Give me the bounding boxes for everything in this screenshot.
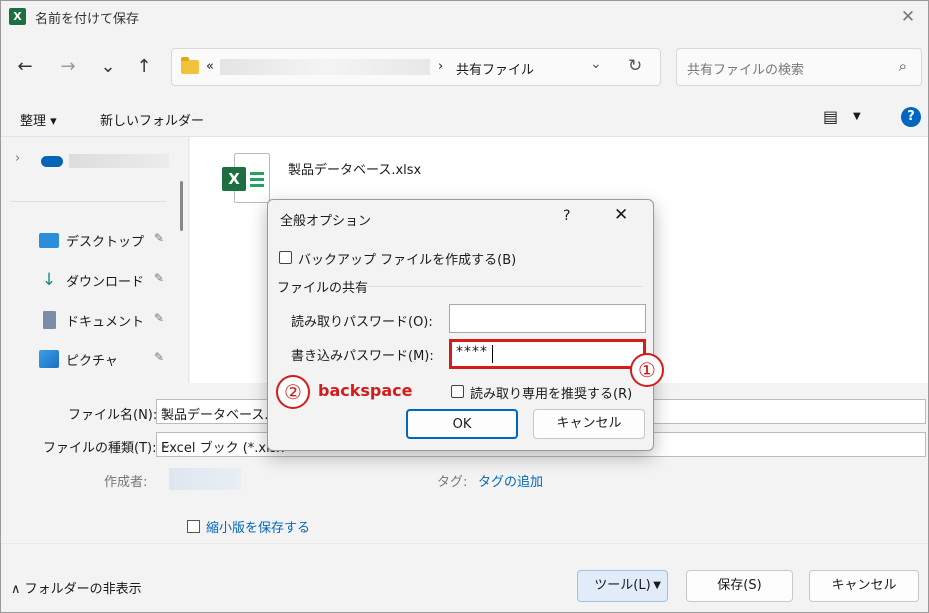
address-overflow[interactable]: « — [206, 59, 214, 74]
pin-icon[interactable]: ✎ — [154, 350, 164, 364]
title-bar: X 名前を付けて保存 ✕ — [1, 1, 928, 33]
cancel-button[interactable]: キャンセル — [809, 570, 919, 602]
sidebar-item-onedrive[interactable]: › — [11, 151, 171, 171]
sidebar-item-pictures[interactable]: ピクチャ ✎ — [39, 348, 179, 370]
sidebar-item-label: ドキュメント — [66, 315, 145, 330]
sidebar-item-documents[interactable]: ドキュメント ✎ — [39, 309, 179, 331]
modify-password-input[interactable]: **** — [449, 339, 646, 369]
file-sharing-heading: ファイルの共有 — [277, 281, 369, 296]
save-thumbnail-label[interactable]: 縮小版を保存する — [206, 517, 310, 536]
author-label: 作成者: — [104, 475, 148, 490]
search-box[interactable]: 共有ファイルの検索 ⌕ — [676, 48, 922, 86]
sidebar-divider — [11, 201, 166, 202]
sheet-grid-shape — [250, 169, 264, 187]
section-divider — [358, 286, 643, 287]
command-bar: 整理 ▾ 新しいフォルダー ▤ ▼ ? — [1, 99, 928, 137]
sidebar-item-downloads[interactable]: ↓ ダウンロード ✎ — [39, 269, 179, 291]
step-1-marker: ① — [630, 353, 664, 387]
picture-icon — [39, 350, 59, 368]
backspace-annotation: backspace — [318, 381, 413, 400]
general-options-dialog: 全般オプション ? ✕ バックアップ ファイルを作成する(B) ファイルの共有 … — [267, 199, 654, 451]
back-arrow-icon[interactable]: ← — [11, 53, 39, 81]
sidebar-item-label: ダウンロード — [66, 275, 145, 290]
pin-icon[interactable]: ✎ — [154, 231, 164, 245]
readonly-recommended-checkbox[interactable] — [451, 385, 464, 398]
readonly-recommended-label[interactable]: 読み取り専用を推奨する(R) — [470, 383, 632, 402]
recent-locations-icon[interactable]: ⌄ — [94, 53, 122, 81]
document-icon — [43, 311, 56, 329]
new-folder-button[interactable]: 新しいフォルダー — [100, 110, 204, 129]
desktop-icon — [39, 233, 59, 248]
backup-label[interactable]: バックアップ ファイルを作成する(B) — [298, 249, 516, 268]
open-password-input[interactable] — [449, 304, 646, 333]
refresh-icon[interactable]: ↻ — [628, 56, 642, 76]
ok-button[interactable]: OK — [406, 409, 518, 439]
expand-chevron-icon[interactable]: › — [15, 151, 20, 166]
onedrive-label-redacted — [69, 154, 169, 168]
tools-button[interactable]: ツール(L) ▼ — [577, 570, 668, 602]
step-2-marker: ② — [276, 375, 310, 409]
forward-arrow-icon[interactable]: → — [54, 53, 82, 81]
address-current-folder[interactable]: 共有ファイル — [456, 59, 534, 78]
dialog-footer: ∧ フォルダーの非表示 ツール(L) ▼ 保存(S) キャンセル — [1, 543, 928, 612]
save-button[interactable]: 保存(S) — [686, 570, 793, 602]
address-bar[interactable]: « › 共有ファイル ⌄ ↻ — [171, 48, 661, 86]
backup-checkbox[interactable] — [279, 251, 292, 264]
file-name[interactable]: 製品データベース.xlsx — [288, 159, 421, 178]
modify-password-label: 書き込みパスワード(M): — [291, 349, 434, 364]
folder-icon — [181, 57, 199, 74]
tag-label: タグ: — [437, 475, 468, 490]
search-icon[interactable]: ⌕ — [899, 57, 907, 75]
tools-label: ツール(L) — [594, 578, 651, 593]
pin-icon[interactable]: ✎ — [154, 311, 164, 325]
up-arrow-icon[interactable]: ↑ — [130, 53, 158, 81]
sidebar-item-desktop[interactable]: デスクトップ ✎ — [39, 229, 179, 251]
sidebar-item-label: ピクチャ — [66, 354, 118, 369]
organize-menu[interactable]: 整理 ▾ — [20, 110, 57, 129]
filename-label: ファイル名(N): — [68, 408, 158, 423]
hide-folders-toggle[interactable]: ∧ フォルダーの非表示 — [11, 578, 142, 597]
excel-file-icon[interactable]: X — [222, 153, 270, 207]
navigation-bar: ← → ⌄ ↑ « › 共有ファイル ⌄ ↻ 共有ファイルの検索 ⌕ — [1, 33, 928, 99]
onedrive-cloud-icon — [41, 156, 63, 167]
view-options-icon[interactable]: ▤ — [823, 107, 838, 126]
open-password-label: 読み取りパスワード(O): — [291, 315, 433, 330]
save-thumbnail-checkbox[interactable] — [187, 520, 200, 533]
excel-badge: X — [222, 167, 246, 191]
help-icon[interactable]: ? — [901, 107, 921, 127]
search-placeholder[interactable]: 共有ファイルの検索 — [687, 59, 804, 78]
dialog-cancel-button[interactable]: キャンセル — [533, 409, 645, 439]
sidebar-item-label: デスクトップ — [66, 235, 145, 250]
download-icon: ↓ — [41, 270, 57, 290]
view-dropdown-icon[interactable]: ▼ — [853, 111, 861, 122]
dialog-title: 全般オプション — [280, 214, 372, 229]
dialog-close-icon[interactable]: ✕ — [614, 205, 628, 225]
navigation-pane: › デスクトップ ✎ ↓ ダウンロード ✎ ドキュメント ✎ ピクチャ ✎ — [1, 137, 189, 383]
address-dropdown-icon[interactable]: ⌄ — [590, 56, 602, 72]
dialog-help-icon[interactable]: ? — [563, 208, 570, 224]
address-separator-icon: › — [438, 59, 444, 74]
text-caret — [492, 345, 493, 363]
window-title: 名前を付けて保存 — [35, 12, 140, 27]
tools-dropdown-icon[interactable]: ▼ — [653, 571, 661, 601]
sidebar-scrollbar[interactable] — [180, 181, 183, 231]
add-tag-link[interactable]: タグの追加 — [478, 471, 543, 490]
modify-password-value[interactable]: **** — [456, 344, 488, 360]
window-close-icon[interactable]: ✕ — [896, 5, 920, 29]
pin-icon[interactable]: ✎ — [154, 271, 164, 285]
address-path-redacted — [220, 59, 430, 75]
excel-app-icon: X — [9, 8, 26, 25]
author-value-redacted[interactable] — [169, 468, 241, 490]
filetype-label: ファイルの種類(T): — [43, 441, 157, 456]
